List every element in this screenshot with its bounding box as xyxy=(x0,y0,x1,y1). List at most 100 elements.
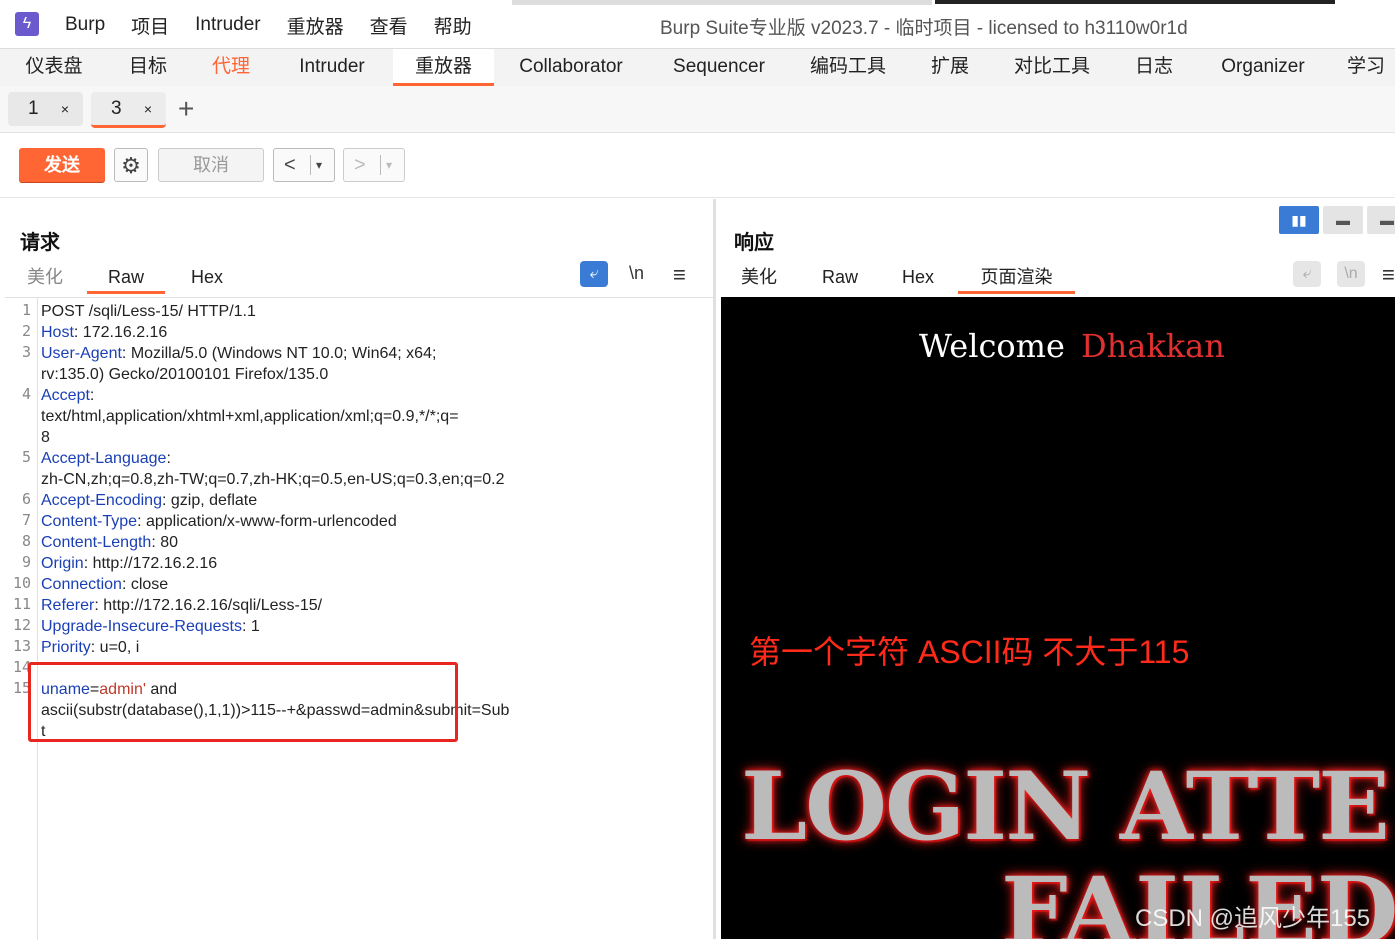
menu-view[interactable]: 查看 xyxy=(370,12,408,39)
menu-bar: Burp 项目 Intruder 重放器 查看 帮助 xyxy=(52,0,485,50)
side-by-side-layout-icon[interactable]: ▮▮ xyxy=(1279,206,1319,234)
code-line: POST /sqli/Less-15/ HTTP/1.1 xyxy=(41,303,256,320)
gear-icon[interactable]: ⚙ xyxy=(114,148,148,182)
menu-icon[interactable]: ≡ xyxy=(673,262,686,288)
code-line: text/html,application/xhtml+xml,applicat… xyxy=(41,408,459,425)
tab-hex[interactable]: Hex xyxy=(187,263,227,291)
tab-extensions[interactable]: 扩展 xyxy=(915,49,985,85)
repeater-tabs: 1 × 3 × xyxy=(0,86,1395,133)
line-number: 6 xyxy=(21,490,31,508)
header-value: http://172.16.2.16/sqli/Less-15/ xyxy=(98,597,323,614)
header-name: Connection xyxy=(41,576,122,593)
back-button[interactable]: < ▾ xyxy=(273,148,335,182)
request-editor[interactable]: 1 POST /sqli/Less-15/ HTTP/1.1 2 Host: 172.… xyxy=(5,297,713,940)
wrap-lines-icon[interactable]: ⤶ xyxy=(1293,261,1321,287)
line-number: 9 xyxy=(21,553,31,571)
welcome-text: Welcome xyxy=(919,327,1065,365)
tab-raw[interactable]: Raw xyxy=(87,263,165,294)
cancel-button[interactable]: 取消 xyxy=(158,148,264,182)
close-icon[interactable]: × xyxy=(144,92,152,126)
chevron-down-icon[interactable]: ▾ xyxy=(316,149,322,181)
tab-repeater[interactable]: 重放器 xyxy=(393,49,494,86)
repeater-tab-label: 1 xyxy=(28,98,39,119)
window-title: Burp Suite专业版 v2023.7 - 临时项目 - licensed … xyxy=(660,18,1188,39)
tab-pretty[interactable]: 美化 xyxy=(19,263,71,291)
tab-intruder[interactable]: Intruder xyxy=(282,49,382,85)
tab-raw[interactable]: Raw xyxy=(816,263,864,291)
line-number: 8 xyxy=(21,532,31,550)
response-view-tabs: 美化 Raw Hex 页面渲染 xyxy=(734,263,1094,294)
header-value: application/x-www-form-urlencoded xyxy=(141,513,397,530)
line-number: 1 xyxy=(21,301,31,319)
line-number: 2 xyxy=(21,322,31,340)
tab-learn[interactable]: 学习 xyxy=(1340,49,1392,85)
tab-comparer[interactable]: 对比工具 xyxy=(1000,49,1104,85)
menu-icon[interactable]: ≡ xyxy=(1382,262,1395,288)
code-line: Origin: http://172.16.2.16 xyxy=(41,553,217,574)
code-line: Priority: u=0, i xyxy=(41,637,139,658)
tab-hex[interactable]: Hex xyxy=(898,263,938,291)
header-name: Accept-Language xyxy=(41,450,167,467)
tab-dashboard[interactable]: 仪表盘 xyxy=(14,49,94,85)
tabbed-layout-icon[interactable]: ▬ xyxy=(1367,206,1395,234)
tab-decoder[interactable]: 编码工具 xyxy=(800,49,896,85)
line-number: 5 xyxy=(21,448,31,466)
header-value: http://172.16.2.16 xyxy=(88,555,218,572)
header-name: Host xyxy=(41,324,74,341)
rendered-page: Welcome Dhakkan 第一个字符 ASCII码 不大于115 LOGI… xyxy=(721,297,1395,939)
header-colon: : xyxy=(89,387,95,404)
send-button[interactable]: 发送 xyxy=(19,148,105,182)
request-title: 请求 xyxy=(20,232,60,254)
newline-toggle-icon[interactable]: \n xyxy=(1337,261,1365,287)
tab-pretty[interactable]: 美化 xyxy=(734,263,784,291)
tab-target[interactable]: 目标 xyxy=(112,49,184,85)
burp-logo-icon: ϟ xyxy=(15,12,39,36)
tab-organizer[interactable]: Organizer xyxy=(1205,49,1321,85)
header-value: close xyxy=(126,576,169,593)
background-window-strip-dark xyxy=(935,0,1335,4)
repeater-tab-label: 3 xyxy=(111,98,122,119)
newline-toggle-icon[interactable]: \n xyxy=(629,263,644,284)
wrap-lines-icon[interactable]: ⤶ xyxy=(580,261,608,287)
tab-collaborator[interactable]: Collaborator xyxy=(503,49,639,85)
close-icon[interactable]: × xyxy=(61,92,69,126)
request-view-tabs: 美化 Raw Hex xyxy=(19,263,279,294)
chevron-left-icon: < xyxy=(284,154,296,176)
code-line: Host: 172.16.2.16 xyxy=(41,322,167,343)
line-number: 3 xyxy=(21,343,31,361)
line-number: 10 xyxy=(12,574,31,592)
header-value: u=0, i xyxy=(95,639,140,656)
divider xyxy=(380,155,381,175)
background-window-strip xyxy=(512,0,932,5)
tab-render[interactable]: 页面渲染 xyxy=(958,263,1075,294)
stacked-layout-icon[interactable]: ▬ xyxy=(1323,206,1363,234)
menu-help[interactable]: 帮助 xyxy=(434,12,472,39)
menu-burp[interactable]: Burp xyxy=(65,14,105,36)
chevron-right-icon: > xyxy=(354,154,366,176)
tab-proxy[interactable]: 代理 xyxy=(196,49,266,85)
menu-project[interactable]: 项目 xyxy=(131,12,169,39)
highlight-box xyxy=(28,662,458,742)
add-tab-plus-icon[interactable]: + xyxy=(178,92,194,126)
title-bar: ϟ Burp 项目 Intruder 重放器 查看 帮助 Burp Suite专… xyxy=(0,0,1395,50)
repeater-tab-1[interactable]: 1 × xyxy=(8,92,83,126)
forward-button[interactable]: > ▾ xyxy=(343,148,405,182)
tab-logger[interactable]: 日志 xyxy=(1120,49,1188,85)
code-line: Upgrade-Insecure-Requests: 1 xyxy=(41,616,260,637)
repeater-tab-3[interactable]: 3 × xyxy=(91,92,166,128)
menu-intruder[interactable]: Intruder xyxy=(195,14,260,36)
header-name: Referer xyxy=(41,597,95,614)
header-name: Origin xyxy=(41,555,84,572)
line-number: 11 xyxy=(12,595,31,613)
header-name: Accept-Encoding xyxy=(41,492,162,509)
header-value: 1 xyxy=(246,618,260,635)
code-line: Accept: xyxy=(41,385,94,406)
tab-sequencer[interactable]: Sequencer xyxy=(660,49,778,85)
menu-repeater[interactable]: 重放器 xyxy=(287,12,344,39)
chevron-down-icon[interactable]: ▾ xyxy=(386,149,392,181)
code-line: 8 xyxy=(41,429,50,446)
header-name: Content-Type xyxy=(41,513,138,530)
code-line: Content-Length: 80 xyxy=(41,532,178,553)
response-panel: 响应 美化 Raw Hex 页面渲染 ⤶ \n ≡ Welcome Dhakka… xyxy=(716,199,1395,939)
header-value: gzip, deflate xyxy=(166,492,258,509)
